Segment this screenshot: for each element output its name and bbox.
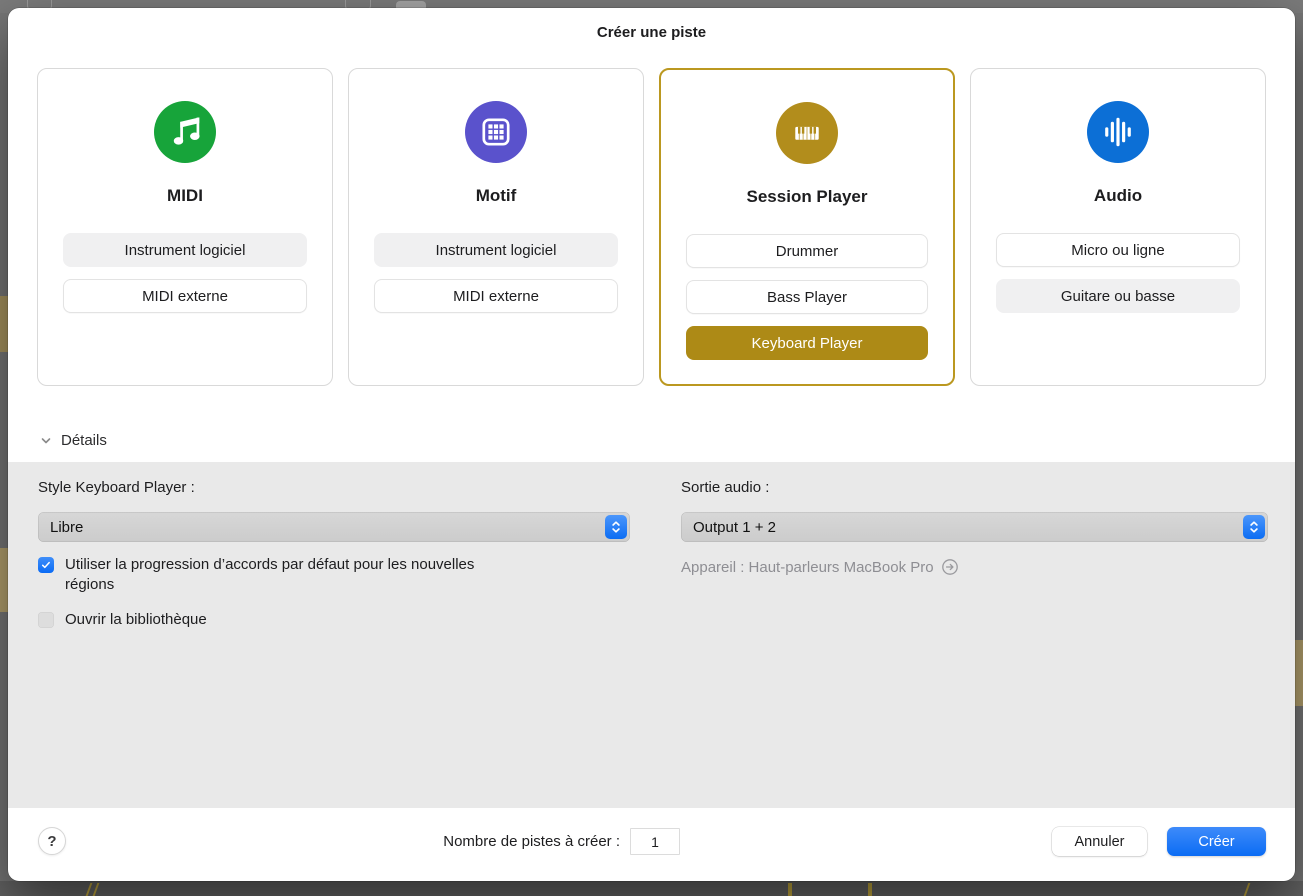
style-keyboard-player-value: Libre — [38, 519, 83, 536]
style-keyboard-player-label: Style Keyboard Player : — [38, 479, 195, 496]
open-library-label: Ouvrir la bibliothèque — [65, 610, 207, 630]
option-guitare-ou-basse[interactable]: Guitare ou basse — [996, 279, 1240, 313]
screen: Créer une piste MIDI — [0, 0, 1303, 896]
option-instrument-logiciel[interactable]: Instrument logiciel — [374, 233, 618, 267]
background-tracks-strip — [0, 881, 1303, 896]
details-header-label: Détails — [61, 432, 107, 449]
background-waveform-mark — [788, 883, 792, 896]
card-title-midi: MIDI — [167, 186, 203, 207]
details-disclosure[interactable]: Détails — [40, 432, 107, 449]
option-midi-externe[interactable]: MIDI externe — [374, 279, 618, 313]
checkmark-icon — [40, 559, 52, 571]
dialog-title-bar: Créer une piste — [8, 18, 1295, 46]
track-count-input[interactable] — [630, 828, 680, 855]
chevron-up-down-icon — [605, 515, 627, 539]
device-link[interactable]: Appareil : Haut-parleurs MacBook Pro — [681, 558, 959, 576]
help-button[interactable]: ? — [38, 827, 66, 855]
midi-icon-circle — [154, 101, 216, 163]
waveform-icon — [1099, 113, 1137, 151]
create-button[interactable]: Créer — [1167, 827, 1266, 856]
session-player-icon-circle — [776, 102, 838, 164]
sortie-audio-label: Sortie audio : — [681, 479, 769, 496]
audio-icon-circle — [1087, 101, 1149, 163]
track-count-group: Nombre de pistes à créer : — [298, 828, 680, 855]
open-library-checkbox[interactable] — [38, 612, 54, 628]
background-region-right — [1295, 640, 1303, 706]
sortie-audio-value: Output 1 + 2 — [681, 519, 776, 536]
option-instrument-logiciel[interactable]: Instrument logiciel — [63, 233, 307, 267]
card-motif[interactable]: Motif Instrument logiciel MIDI externe — [348, 68, 644, 386]
option-drummer[interactable]: Drummer — [686, 234, 928, 268]
cancel-button[interactable]: Annuler — [1052, 827, 1147, 856]
chevron-up-down-icon — [1243, 515, 1265, 539]
sortie-audio-select[interactable]: Output 1 + 2 — [681, 512, 1268, 542]
chevron-down-icon — [40, 435, 52, 447]
background-waveform-mark — [86, 883, 93, 896]
background-waveform-mark — [93, 883, 100, 896]
use-default-chord-progression-label: Utiliser la progression d’accords par dé… — [65, 555, 513, 595]
option-bass-player[interactable]: Bass Player — [686, 280, 928, 314]
style-keyboard-player-select[interactable]: Libre — [38, 512, 630, 542]
grid-icon — [477, 113, 515, 151]
details-panel: Style Keyboard Player : Libre — [8, 462, 1295, 808]
motif-icon-circle — [465, 101, 527, 163]
option-micro-ou-ligne[interactable]: Micro ou ligne — [996, 233, 1240, 267]
card-title-audio: Audio — [1094, 186, 1142, 207]
track-type-cards: MIDI Instrument logiciel MIDI externe — [37, 68, 1266, 386]
card-audio[interactable]: Audio Micro ou ligne Guitare ou basse — [970, 68, 1266, 386]
option-keyboard-player[interactable]: Keyboard Player — [686, 326, 928, 360]
option-midi-externe[interactable]: MIDI externe — [63, 279, 307, 313]
piano-keys-icon — [788, 114, 826, 152]
card-session-player[interactable]: Session Player Drummer Bass Player Keybo… — [659, 68, 955, 386]
create-track-dialog: Créer une piste MIDI — [8, 8, 1295, 881]
background-region-left-2 — [0, 548, 8, 612]
device-label: Appareil : Haut-parleurs MacBook Pro — [681, 559, 934, 576]
card-midi[interactable]: MIDI Instrument logiciel MIDI externe — [37, 68, 333, 386]
background-waveform-mark — [868, 883, 872, 896]
use-default-chord-progression-checkbox[interactable] — [38, 557, 54, 573]
card-title-motif: Motif — [476, 186, 517, 207]
dialog-title: Créer une piste — [597, 24, 706, 41]
help-label: ? — [47, 833, 56, 850]
track-count-label: Nombre de pistes à créer : — [443, 833, 620, 850]
background-region-left — [0, 296, 8, 352]
arrow-right-circle-icon — [941, 558, 959, 576]
music-note-icon — [166, 113, 204, 151]
background-waveform-mark — [1244, 883, 1251, 896]
card-title-session-player: Session Player — [747, 187, 868, 208]
